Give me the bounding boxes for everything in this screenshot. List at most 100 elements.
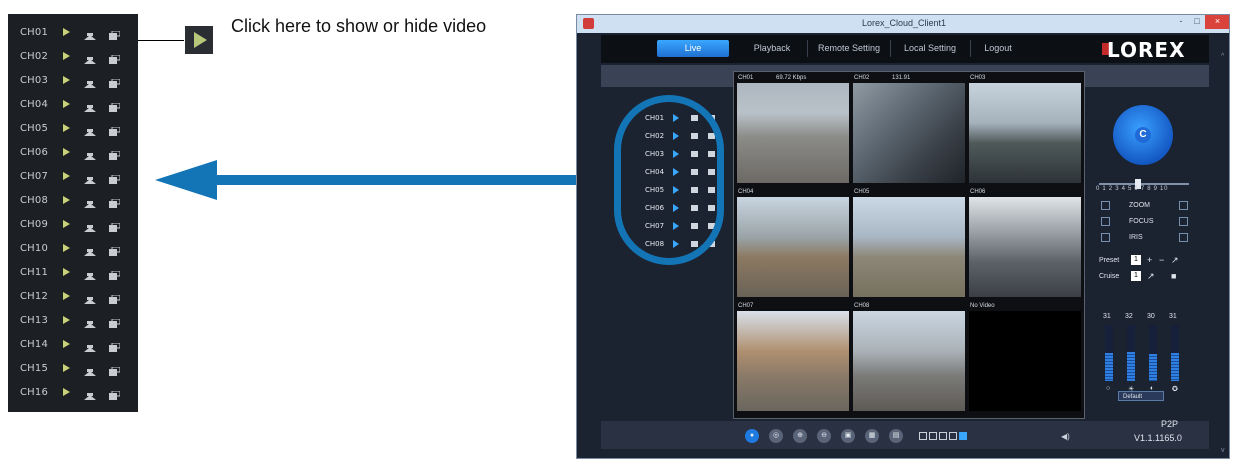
camera-feed[interactable] [737, 83, 849, 183]
camera-feed[interactable] [969, 197, 1081, 297]
audio-icon[interactable] [84, 220, 96, 232]
play-icon[interactable] [63, 76, 70, 84]
tab-playback[interactable]: Playback [739, 40, 805, 57]
video-cell[interactable]: CH06 [968, 188, 1082, 300]
remove-preset-icon[interactable]: − [1159, 255, 1164, 265]
zoom-in-icon[interactable]: ⊕ [793, 429, 807, 443]
play-icon[interactable] [63, 100, 70, 108]
multi-screen-icon[interactable]: ▦ [865, 429, 879, 443]
default-button[interactable]: Default [1118, 391, 1164, 401]
audio-icon[interactable] [84, 340, 96, 352]
layout-icon[interactable] [959, 432, 967, 440]
audio-icon[interactable] [84, 364, 96, 376]
audio-icon[interactable] [84, 76, 96, 88]
start-cruise-icon[interactable]: ↗ [1147, 271, 1155, 282]
cruise-input[interactable]: 1 [1131, 271, 1141, 281]
video-cell[interactable]: CH04 [736, 188, 850, 300]
camera-feed[interactable] [853, 197, 965, 297]
record-icon[interactable] [109, 339, 121, 352]
record-icon[interactable] [109, 99, 121, 112]
volume-icon[interactable]: ◀) [1061, 432, 1070, 441]
logout-button[interactable]: Logout [973, 40, 1023, 57]
video-cell[interactable]: CH08 [852, 302, 966, 414]
close-button[interactable]: × [1205, 15, 1229, 29]
layout-icon[interactable] [929, 432, 937, 440]
save-icon[interactable]: ▤ [889, 429, 903, 443]
play-icon[interactable] [63, 292, 70, 300]
audio-icon[interactable] [84, 244, 96, 256]
iris-open-button[interactable] [1179, 233, 1188, 242]
video-cell[interactable]: CH05 [852, 188, 966, 300]
tab-local-setting[interactable]: Local Setting [893, 40, 967, 57]
play-icon[interactable] [63, 28, 70, 36]
audio-icon[interactable] [84, 196, 96, 208]
record-icon[interactable] [109, 219, 121, 232]
record-icon[interactable] [109, 171, 121, 184]
minimize-button[interactable]: - [1173, 15, 1189, 29]
record-icon[interactable] [109, 75, 121, 88]
zoom-out-icon[interactable]: ⊖ [817, 429, 831, 443]
snapshot-icon[interactable]: ◎ [769, 429, 783, 443]
tab-remote-setting[interactable]: Remote Setting [811, 40, 887, 57]
scroll-down-icon[interactable]: v [1221, 447, 1225, 454]
record-icon[interactable] [109, 123, 121, 136]
record-icon[interactable] [109, 363, 121, 376]
goto-preset-icon[interactable]: ↗ [1171, 255, 1179, 266]
video-cell[interactable]: CH01 69.72 Kbps [736, 74, 850, 186]
record-icon[interactable] [109, 243, 121, 256]
record-icon[interactable] [109, 267, 121, 280]
add-preset-icon[interactable]: + [1147, 255, 1152, 265]
camera-feed[interactable] [969, 311, 1081, 411]
record-icon[interactable] [109, 387, 121, 400]
record-icon[interactable] [109, 291, 121, 304]
audio-icon[interactable] [84, 148, 96, 160]
focus-far-button[interactable] [1179, 217, 1188, 226]
layout-icon[interactable] [919, 432, 927, 440]
play-icon[interactable] [63, 220, 70, 228]
record-icon[interactable] [109, 315, 121, 328]
play-icon[interactable] [63, 196, 70, 204]
scroll-up-icon[interactable]: ^ [1221, 53, 1224, 60]
audio-icon[interactable] [84, 268, 96, 280]
play-icon[interactable] [63, 148, 70, 156]
audio-icon[interactable] [84, 388, 96, 400]
record-icon[interactable] [109, 27, 121, 40]
maximize-button[interactable]: □ [1189, 15, 1205, 29]
layout-icon[interactable] [949, 432, 957, 440]
tab-live[interactable]: Live [657, 40, 729, 57]
zoom-in-button[interactable] [1179, 201, 1188, 210]
full-screen-icon[interactable]: ▣ [841, 429, 855, 443]
audio-icon[interactable] [84, 52, 96, 64]
camera-feed[interactable] [853, 83, 965, 183]
camera-feed[interactable] [969, 83, 1081, 183]
play-icon[interactable] [63, 364, 70, 372]
record-icon[interactable] [109, 51, 121, 64]
play-icon[interactable] [63, 316, 70, 324]
play-icon[interactable] [63, 244, 70, 252]
video-cell[interactable]: CH07 [736, 302, 850, 414]
video-cell[interactable]: No Video [968, 302, 1082, 414]
audio-icon[interactable] [84, 292, 96, 304]
audio-icon[interactable] [84, 172, 96, 184]
record-all-icon[interactable]: ● [745, 429, 759, 443]
record-icon[interactable] [109, 195, 121, 208]
camera-feed[interactable] [737, 311, 849, 411]
ptz-direction-pad[interactable]: C [1113, 105, 1173, 165]
audio-icon[interactable] [84, 316, 96, 328]
play-icon[interactable] [63, 388, 70, 396]
zoom-out-button[interactable] [1101, 201, 1110, 210]
focus-near-button[interactable] [1101, 217, 1110, 226]
play-icon[interactable] [63, 340, 70, 348]
record-icon[interactable] [109, 147, 121, 160]
play-icon[interactable] [63, 52, 70, 60]
layout-icon[interactable] [939, 432, 947, 440]
play-icon[interactable] [63, 172, 70, 180]
ptz-speed-slider[interactable] [1099, 183, 1189, 185]
ptz-center-button[interactable]: C [1135, 127, 1151, 143]
preset-input[interactable]: 1 [1131, 255, 1141, 265]
video-cell[interactable]: CH03 [968, 74, 1082, 186]
play-icon[interactable] [63, 268, 70, 276]
audio-icon[interactable] [84, 124, 96, 136]
stop-cruise-icon[interactable]: ■ [1171, 271, 1176, 281]
video-cell[interactable]: CH02 131.91 [852, 74, 966, 186]
